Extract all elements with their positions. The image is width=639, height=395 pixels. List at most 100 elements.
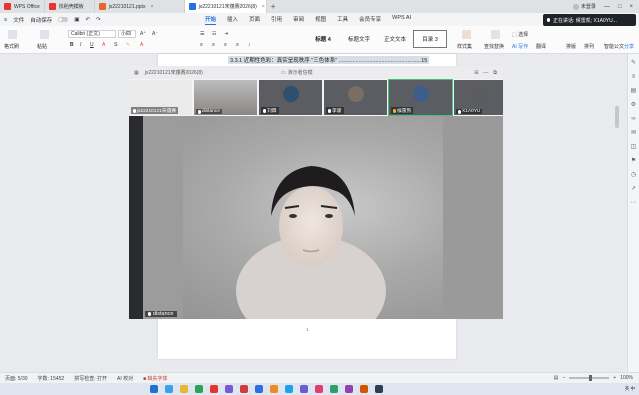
taskbar-app-icon[interactable]	[375, 385, 383, 393]
new-tab-icon[interactable]: +	[267, 2, 280, 11]
maximize-icon[interactable]: □	[618, 4, 622, 10]
bullet-list-icon[interactable]: ☰	[200, 31, 204, 37]
typeset-button[interactable]: 排版	[566, 43, 576, 50]
format-painter-icon[interactable]	[8, 30, 17, 39]
close-window-icon[interactable]: ×	[629, 4, 633, 10]
align-right-icon[interactable]: ≡	[224, 42, 227, 48]
tab-insert[interactable]: 插入	[227, 15, 238, 25]
taskbar-app-icon[interactable]	[300, 385, 308, 393]
page-count[interactable]: 页面: 5/30	[5, 375, 28, 382]
zoom-out-icon[interactable]: −	[562, 375, 565, 381]
close-tab-icon[interactable]: ×	[262, 4, 265, 10]
tab-page[interactable]: 页面	[249, 15, 260, 25]
paste-label[interactable]: 粘贴	[37, 43, 47, 50]
participant-tile[interactable]: 刘霖	[259, 80, 322, 115]
participant-tile[interactable]: X1A0YU	[454, 80, 503, 115]
grid-view-icon[interactable]: ⊞	[474, 70, 478, 76]
main-video[interactable]: distance	[143, 116, 503, 319]
share-button[interactable]: 分享	[624, 43, 634, 50]
menu-icon[interactable]: ≡	[4, 17, 7, 23]
zoom-level[interactable]: 100%	[620, 375, 633, 381]
view-mode-icon[interactable]: ▤	[554, 375, 559, 381]
font-select[interactable]: Calibri (正文)	[68, 30, 116, 38]
taskbar-app-icon[interactable]	[345, 385, 353, 393]
line-spacing-icon[interactable]: ↕	[248, 42, 251, 48]
select-button[interactable]: ⬚ 选择	[512, 31, 528, 38]
taskbar-app-icon[interactable]	[285, 385, 293, 393]
login-button[interactable]: 未登录	[572, 3, 596, 10]
redo-icon[interactable]: ↷	[96, 17, 101, 23]
taskbar-app-icon[interactable]	[255, 385, 263, 393]
format-painter-label[interactable]: 格式刷	[4, 43, 19, 50]
participant-tile[interactable]: distance	[194, 80, 257, 115]
settings-icon[interactable]: ⚙	[630, 102, 637, 109]
font-size-select[interactable]: 小四	[118, 30, 136, 38]
navigate-icon[interactable]: ↗	[630, 186, 637, 193]
strikethrough-icon[interactable]: S	[114, 42, 117, 48]
style-heading-4[interactable]: 标题 4	[306, 30, 340, 48]
tab-wps-office[interactable]: WPS Office	[0, 0, 45, 13]
taskbar-app-icon[interactable]	[315, 385, 323, 393]
file-menu[interactable]: 文件	[13, 16, 24, 24]
font-color-icon[interactable]: A	[102, 42, 105, 48]
word-count[interactable]: 字数: 15452	[38, 375, 65, 382]
tab-wps-ai[interactable]: WPS AI	[392, 15, 411, 25]
participant-tile-active[interactable]: 候雷凯	[388, 79, 453, 116]
layers-icon[interactable]: ◫	[630, 144, 637, 151]
align-center-icon[interactable]: ≡	[212, 42, 215, 48]
participant-tile[interactable]: js22210121宋蕴赛	[129, 80, 192, 115]
bold-icon[interactable]: B	[70, 42, 74, 48]
undo-icon[interactable]: ↶	[85, 17, 90, 23]
adjust-icon[interactable]: ≡	[630, 74, 637, 81]
shrink-font-icon[interactable]: A⁻	[152, 31, 158, 37]
tab-view[interactable]: 视图	[315, 15, 326, 25]
tab-tools[interactable]: 工具	[337, 15, 348, 25]
taskbar-app-icon[interactable]	[180, 385, 188, 393]
style-set-label[interactable]: 样式集	[457, 43, 472, 50]
taskbar-app-icon[interactable]	[270, 385, 278, 393]
smart-doc-button[interactable]: 智能公文	[604, 43, 624, 50]
ai-proofread[interactable]: AI 校对	[117, 375, 133, 382]
tab-references[interactable]: 引用	[271, 15, 282, 25]
pen-icon[interactable]: ✎	[630, 60, 637, 67]
minimize-meeting-icon[interactable]: —	[483, 70, 488, 76]
translate-button[interactable]: 翻译	[536, 43, 546, 50]
view-layout-icon[interactable]: ▦	[134, 70, 139, 76]
arrange-button[interactable]: 排列	[584, 43, 594, 50]
italic-icon[interactable]: I	[80, 42, 81, 48]
taskbar-app-icon[interactable]	[330, 385, 338, 393]
spell-check-status[interactable]: 拼写检查: 打开	[74, 375, 107, 382]
find-replace-icon[interactable]	[491, 30, 500, 39]
participant-tile[interactable]: 李骏	[324, 80, 387, 115]
taskbar-app-icon[interactable]	[225, 385, 233, 393]
image-icon[interactable]: ▤	[630, 88, 637, 95]
underline-icon[interactable]: U	[90, 42, 94, 48]
style-toc-3[interactable]: 目录 3	[413, 30, 447, 48]
vertical-scrollbar[interactable]	[615, 106, 619, 128]
bookmark-icon[interactable]: ⚑	[630, 158, 637, 165]
style-set-icon[interactable]	[462, 30, 471, 39]
paste-icon[interactable]	[40, 30, 49, 39]
comment-icon[interactable]: ✉	[630, 130, 637, 137]
more-icon[interactable]: ⋯	[630, 200, 637, 207]
minimize-icon[interactable]: —	[604, 4, 610, 10]
tab-home[interactable]: 开始	[205, 15, 217, 25]
find-replace-label[interactable]: 查找替换	[484, 43, 504, 50]
clock-icon[interactable]: ◷	[630, 172, 637, 179]
toc-entry[interactable]: 3.3.1 近期性色彩：真实呈现秩序 "三色体系" ..............…	[228, 56, 430, 64]
link-icon[interactable]: ∞	[630, 116, 637, 123]
missing-font-warning[interactable]: ■ 缺失字体	[143, 375, 167, 382]
tab-document[interactable]: js22210121宋蕴赛2026(8) ×	[184, 0, 267, 13]
tab-pptx[interactable]: js22210121.pptx ×	[95, 0, 185, 13]
tab-templates[interactable]: 找稻壳模板	[45, 0, 95, 13]
highlight-icon[interactable]: ✎	[126, 42, 130, 48]
style-body-text[interactable]: 正文文本	[378, 30, 412, 48]
presenter-status[interactable]: ▭ 演示者信模	[281, 69, 313, 77]
taskbar-app-icon[interactable]	[195, 385, 203, 393]
style-heading-text[interactable]: 标题文字	[342, 30, 376, 48]
align-left-icon[interactable]: ≡	[200, 42, 203, 48]
number-list-icon[interactable]: ☷	[212, 31, 216, 37]
tab-review[interactable]: 审阅	[293, 15, 304, 25]
taskbar-app-icon[interactable]	[210, 385, 218, 393]
close-tab-icon[interactable]: ×	[150, 4, 153, 10]
